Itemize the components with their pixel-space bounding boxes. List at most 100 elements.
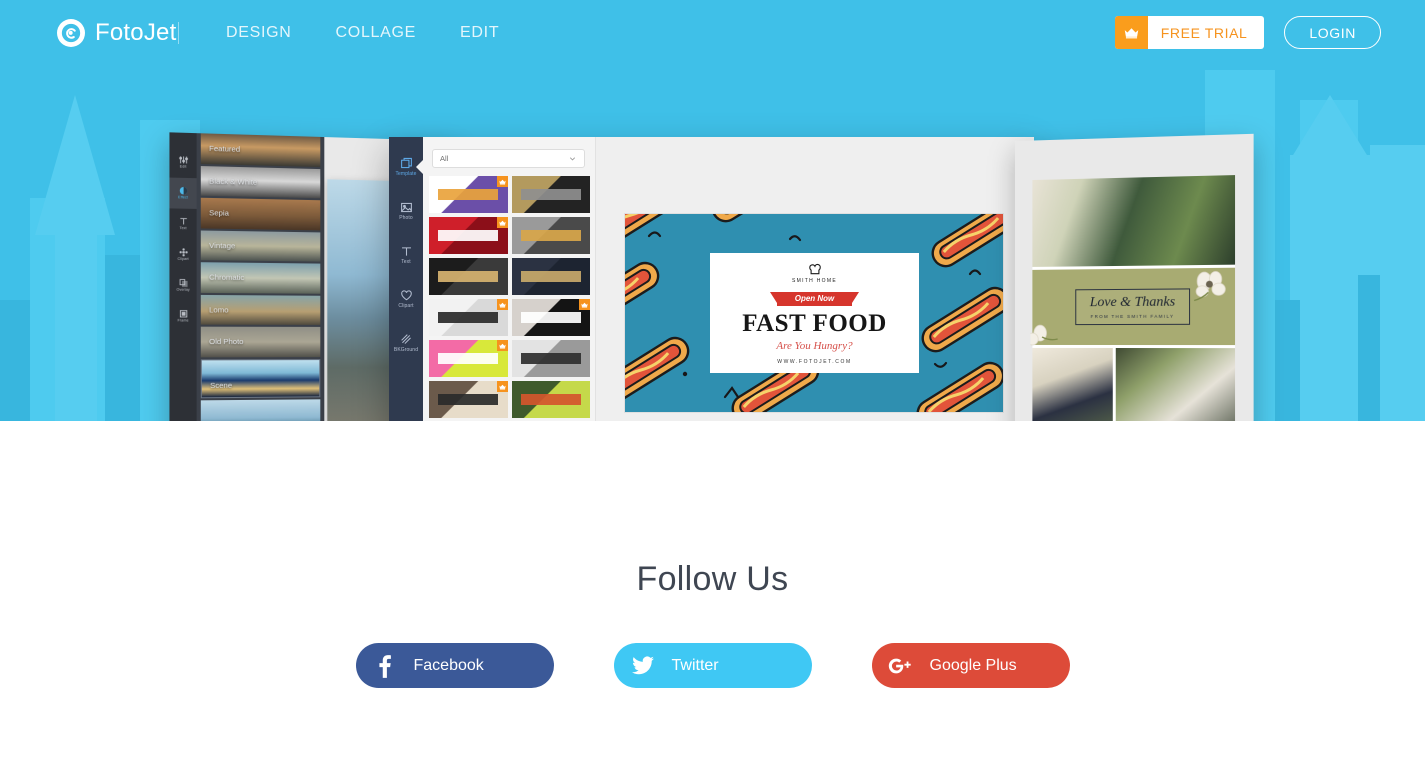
filter-item[interactable]: Featured <box>200 133 321 167</box>
site-header: FotoJet DESIGN COLLAGE EDIT FREE TRIAL L… <box>0 0 1425 67</box>
food-30-template[interactable] <box>511 381 590 418</box>
global-link-template[interactable] <box>429 217 508 254</box>
template-grid <box>429 176 590 421</box>
collage-canvas[interactable]: Love & Thanks FROM THE SMITH FAMILY <box>1030 175 1236 421</box>
filter-item[interactable]: Old Photo <box>200 326 321 357</box>
filter-label: Lomo <box>209 304 229 315</box>
premium-crown-icon <box>496 217 508 228</box>
template-thumbnail-band <box>438 270 499 282</box>
accessory-template[interactable] <box>429 381 508 418</box>
photo-editor-tab-label: Text <box>179 226 187 231</box>
solution-template[interactable] <box>511 217 590 254</box>
collage-editor-panel: Love & Thanks FROM THE SMITH FAMILY <box>1015 133 1254 421</box>
twitter-button[interactable]: Twitter <box>613 643 812 688</box>
design-text-card: SMITH HOME Open Now FAST FOOD Are You Hu… <box>710 253 919 373</box>
free-trial-button[interactable]: FREE TRIAL <box>1114 16 1265 49</box>
template-library-panel: All <box>423 137 596 421</box>
filter-item[interactable]: Black & White <box>200 165 321 199</box>
fifty-off-template[interactable] <box>429 340 508 377</box>
follow-us-section: Follow Us Facebook Twitter Google Plus <box>0 560 1425 688</box>
design-tab-label: Clipart <box>398 303 414 309</box>
photo-editor-tab-clipart[interactable]: Clipart <box>169 239 196 270</box>
template-thumbnail-band <box>520 229 581 241</box>
filter-item[interactable]: Chromatic <box>200 262 321 294</box>
layers-icon <box>178 279 187 288</box>
template-thumbnail-band <box>438 352 499 364</box>
login-button[interactable]: LOGIN <box>1284 16 1381 49</box>
design-tab-label: Template <box>395 171 417 177</box>
spiral-glyph <box>61 23 81 43</box>
collage-photo-top <box>1032 175 1236 267</box>
filter-item[interactable]: Lomo <box>200 294 321 325</box>
nav-item-collage[interactable]: COLLAGE <box>314 24 439 42</box>
filter-item[interactable]: Vintage <box>200 229 321 262</box>
nav-item-edit[interactable]: EDIT <box>438 24 521 42</box>
photo-image-icon <box>400 202 412 213</box>
premium-crown-icon <box>496 176 508 187</box>
text-t-icon <box>401 247 411 256</box>
frame-square-icon <box>178 309 187 318</box>
filter-label: Sepia <box>209 208 229 218</box>
main-navigation: DESIGN COLLAGE EDIT <box>204 24 521 42</box>
design-tab-bkground[interactable]: BKGround <box>389 321 423 365</box>
logo[interactable]: FotoJet <box>57 19 176 47</box>
template-thumbnail-band <box>520 393 581 405</box>
advertising-template[interactable] <box>429 176 508 213</box>
template-stack-icon <box>400 157 412 169</box>
photo-editor-tab-overlay[interactable]: Overlay <box>169 270 196 301</box>
filter-label: Scene <box>210 380 233 391</box>
google-plus-glyph <box>888 658 911 673</box>
template-category-select[interactable]: All <box>432 149 585 168</box>
twitter-glyph <box>631 656 654 675</box>
collage-photo-bottom-right <box>1115 348 1236 421</box>
filter-item[interactable]: Sepia <box>200 197 321 230</box>
facebook-button[interactable]: Facebook <box>355 643 554 688</box>
pacific-template[interactable] <box>511 299 590 336</box>
nav-item-design[interactable]: DESIGN <box>204 24 314 42</box>
free-trial-label: FREE TRIAL <box>1160 24 1248 41</box>
template-thumbnail-band <box>438 229 499 241</box>
chevron-down-icon <box>569 157 576 161</box>
gold-badge-template[interactable] <box>511 258 590 295</box>
premium-crown-icon <box>496 340 508 351</box>
photo-editor-tab-frame[interactable]: Frame <box>169 301 196 332</box>
twitter-bird-icon <box>614 656 672 675</box>
fotojet-spiral-icon <box>57 19 85 47</box>
template-thumbnail-band <box>438 311 499 323</box>
chef-hat-icon <box>808 263 821 274</box>
photo-editor-tab-effect[interactable]: Effect <box>169 177 197 209</box>
design-artboard[interactable]: SMITH HOME Open Now FAST FOOD Are You Hu… <box>625 214 1003 412</box>
classy-template[interactable] <box>429 299 508 336</box>
facebook-glyph <box>379 654 391 678</box>
google-plus-button[interactable]: Google Plus <box>871 643 1070 688</box>
design-tab-clipart[interactable]: Clipart <box>389 277 423 321</box>
template-category-value: All <box>440 154 449 163</box>
design-tab-template[interactable]: Template <box>389 145 423 189</box>
filter-label: Vintage <box>209 240 236 251</box>
photo-editor-tab-text[interactable]: Text <box>169 208 196 239</box>
filter-label: Black & White <box>209 176 258 187</box>
design-editor-toolbar: Template Photo Text Clipart BKGround <box>389 137 423 421</box>
template-thumbnail-band <box>520 352 581 364</box>
design-tab-photo[interactable]: Photo <box>389 189 423 233</box>
filter-item-selected[interactable]: Scene <box>200 358 321 398</box>
photo-editor-tab-label: Edit <box>179 164 187 169</box>
filter-label: Old Photo <box>209 337 244 347</box>
filter-item[interactable]: Portrait <box>200 398 321 421</box>
photo-editor-tab-label: Effect <box>178 195 189 200</box>
text-t-icon <box>178 217 187 226</box>
hatch-pattern-icon <box>400 334 411 344</box>
award-template[interactable] <box>429 258 508 295</box>
template-thumbnail-band <box>520 311 581 323</box>
contrast-circle-icon <box>179 187 187 195</box>
interior-template[interactable] <box>511 176 590 213</box>
design-tab-text[interactable]: Text <box>389 233 423 277</box>
logo-text: FotoJet <box>95 19 177 46</box>
fashion-50-template[interactable] <box>511 340 590 377</box>
crown-glyph <box>1124 27 1139 38</box>
filter-label: Chromatic <box>209 272 245 283</box>
google-plus-label: Google Plus <box>929 656 1017 674</box>
design-canvas-area: SMITH HOME Open Now FAST FOOD Are You Hu… <box>597 137 1034 421</box>
photo-editor-tab-edit[interactable]: Edit <box>169 147 196 178</box>
hero-editor-showcase: Edit Effect Text Clipart Overlay Frame F… <box>0 67 1425 421</box>
